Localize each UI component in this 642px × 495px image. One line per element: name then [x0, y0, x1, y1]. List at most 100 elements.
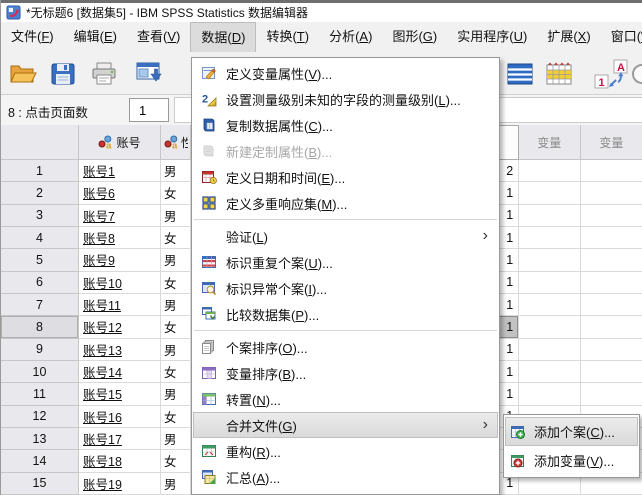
gender-cell[interactable]: 男 — [161, 383, 191, 405]
menu-analyze[interactable]: 分析(A) — [319, 22, 382, 52]
empty-cell[interactable] — [581, 294, 642, 316]
gender-cell[interactable]: 男 — [161, 160, 191, 182]
column-header-partial[interactable]: a 性 — [161, 125, 191, 160]
menu-item-compare-datasets[interactable]: 比较数据集(P)... — [193, 301, 498, 327]
row-number[interactable]: 7 — [1, 294, 79, 316]
menu-item-transpose[interactable]: 转置(N)... — [193, 386, 498, 412]
empty-cell[interactable] — [519, 227, 581, 249]
account-cell[interactable]: 账号9 — [79, 249, 161, 271]
row-number[interactable]: 10 — [1, 361, 79, 383]
grid-corner-header[interactable] — [1, 125, 79, 160]
account-cell[interactable]: 账号7 — [79, 205, 161, 227]
account-cell[interactable]: 账号8 — [79, 227, 161, 249]
gender-cell[interactable]: 女 — [161, 406, 191, 428]
goto-case-button[interactable] — [503, 58, 537, 90]
row-number[interactable]: 3 — [1, 205, 79, 227]
gender-cell[interactable]: 男 — [161, 294, 191, 316]
menu-extensions[interactable]: 扩展(X) — [537, 22, 600, 52]
account-cell[interactable]: 账号16 — [79, 406, 161, 428]
empty-cell[interactable] — [581, 316, 642, 338]
gender-cell[interactable]: 女 — [161, 361, 191, 383]
account-cell[interactable]: 账号6 — [79, 182, 161, 204]
menu-data[interactable]: 数据(D) — [190, 22, 256, 52]
menu-item-define-multiple-response-sets[interactable]: 定义多重响应集(M)... — [193, 190, 498, 216]
gender-cell[interactable]: 女 — [161, 450, 191, 472]
menu-item-validation[interactable]: 验证(L) — [193, 223, 498, 249]
menu-item-set-measurement-level[interactable]: 2 设置测量级别未知的字段的测量级别(L)... — [193, 86, 498, 112]
empty-cell[interactable] — [519, 160, 581, 182]
gender-cell[interactable]: 男 — [161, 249, 191, 271]
gender-cell[interactable]: 女 — [161, 316, 191, 338]
gender-cell[interactable]: 男 — [161, 205, 191, 227]
menu-graphs[interactable]: 图形(G) — [382, 22, 447, 52]
row-number[interactable]: 5 — [1, 249, 79, 271]
gender-cell[interactable]: 男 — [161, 473, 191, 495]
gender-cell[interactable]: 男 — [161, 428, 191, 450]
partial-toolbar-icon[interactable] — [632, 64, 642, 84]
account-cell[interactable]: 账号15 — [79, 383, 161, 405]
empty-cell[interactable] — [581, 227, 642, 249]
gender-cell[interactable]: 女 — [161, 272, 191, 294]
row-number[interactable]: 2 — [1, 182, 79, 204]
column-header-account[interactable]: a 账号 — [79, 125, 161, 160]
gender-cell[interactable]: 男 — [161, 339, 191, 361]
empty-cell[interactable] — [519, 316, 581, 338]
row-number[interactable]: 9 — [1, 339, 79, 361]
empty-cell[interactable] — [519, 272, 581, 294]
empty-cell[interactable] — [519, 294, 581, 316]
menu-item-restructure[interactable]: 重构(R)... — [193, 438, 498, 464]
menu-item-aggregate[interactable]: 汇总(A)... — [193, 464, 498, 490]
empty-cell[interactable] — [519, 361, 581, 383]
insert-variable-button[interactable] — [542, 58, 576, 90]
row-number[interactable]: 11 — [1, 383, 79, 405]
menu-item-merge-files[interactable]: 合并文件(G) — [193, 412, 498, 438]
row-number[interactable]: 6 — [1, 272, 79, 294]
account-cell[interactable]: 账号10 — [79, 272, 161, 294]
account-cell[interactable]: 账号13 — [79, 339, 161, 361]
empty-cell[interactable] — [581, 160, 642, 182]
menu-utilities[interactable]: 实用程序(U) — [447, 22, 537, 52]
empty-cell[interactable] — [581, 383, 642, 405]
menu-item-sort-variables[interactable]: 变量排序(B)... — [193, 360, 498, 386]
account-cell[interactable]: 账号19 — [79, 473, 161, 495]
row-number[interactable]: 4 — [1, 227, 79, 249]
row-number[interactable]: 1 — [1, 160, 79, 182]
save-button[interactable] — [46, 58, 80, 90]
empty-cell[interactable] — [581, 205, 642, 227]
menu-item-define-dates[interactable]: 定义日期和时间(E)... — [193, 164, 498, 190]
recall-dialogs-button[interactable] — [133, 58, 167, 90]
print-button[interactable] — [87, 58, 121, 90]
account-cell[interactable]: 账号11 — [79, 294, 161, 316]
menu-file[interactable]: 文件(F) — [1, 22, 64, 52]
empty-cell[interactable] — [519, 383, 581, 405]
column-header-var1[interactable]: 变量 — [519, 125, 581, 160]
account-cell[interactable]: 账号18 — [79, 450, 161, 472]
menu-window[interactable]: 窗口(W) — [601, 22, 642, 52]
menu-item-identify-unusual-cases[interactable]: 标识异常个案(I)... — [193, 275, 498, 301]
menu-item-identify-duplicate-cases[interactable]: 标识重复个案(U)... — [193, 249, 498, 275]
column-header-var2[interactable]: 变量 — [581, 125, 642, 160]
submenu-item-add-cases[interactable]: 添加个案(C)... — [505, 417, 638, 446]
empty-cell[interactable] — [581, 272, 642, 294]
account-cell[interactable]: 账号17 — [79, 428, 161, 450]
account-cell[interactable]: 账号1 — [79, 160, 161, 182]
menu-item-define-variable-properties[interactable]: 定义变量属性(V)... — [193, 60, 498, 86]
empty-cell[interactable] — [581, 361, 642, 383]
empty-cell[interactable] — [519, 182, 581, 204]
empty-cell[interactable] — [581, 249, 642, 271]
gender-cell[interactable]: 女 — [161, 182, 191, 204]
menu-item-copy-data-properties[interactable]: 复制数据属性(C)... — [193, 112, 498, 138]
row-number[interactable]: 14 — [1, 450, 79, 472]
cell-value-input[interactable] — [129, 98, 169, 122]
gender-cell[interactable]: 女 — [161, 227, 191, 249]
menu-item-sort-cases[interactable]: 个案排序(O)... — [193, 334, 498, 360]
row-number[interactable]: 13 — [1, 428, 79, 450]
empty-cell[interactable] — [519, 205, 581, 227]
empty-cell[interactable] — [581, 182, 642, 204]
menu-view[interactable]: 查看(V) — [127, 22, 190, 52]
row-number[interactable]: 12 — [1, 406, 79, 428]
menu-transform[interactable]: 转换(T) — [256, 22, 319, 52]
account-cell[interactable]: 账号12 — [79, 316, 161, 338]
submenu-item-add-variables[interactable]: 添加变量(V)... — [505, 446, 638, 475]
row-number-selected[interactable]: 8 — [1, 316, 79, 338]
